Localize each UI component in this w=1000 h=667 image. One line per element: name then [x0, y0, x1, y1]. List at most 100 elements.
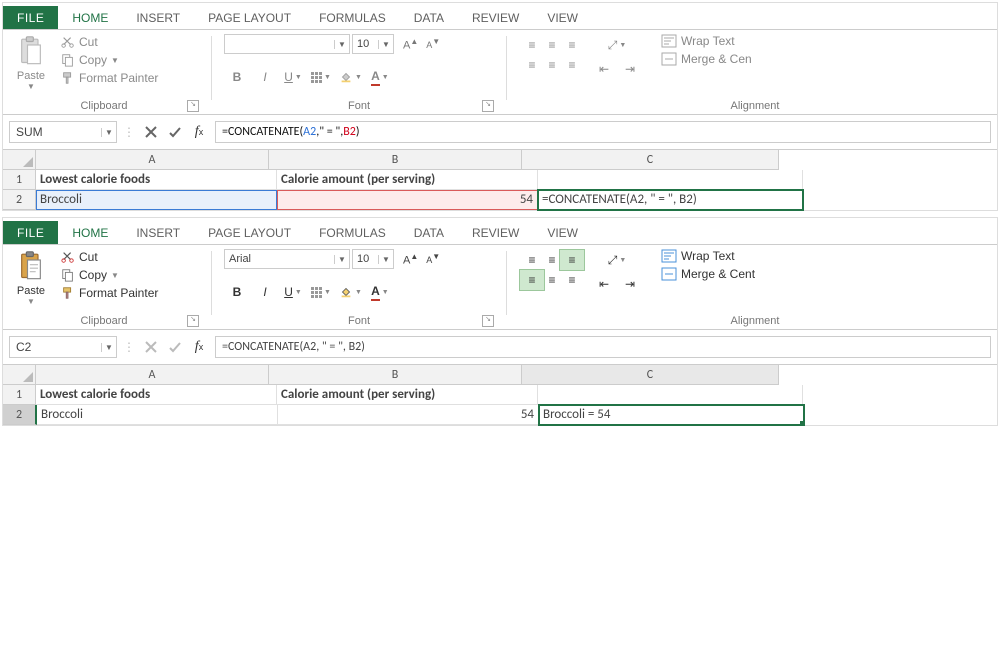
- row-header[interactable]: 2: [3, 190, 36, 210]
- fx-button[interactable]: fx: [189, 337, 209, 357]
- cell[interactable]: Calorie amount (per serving): [277, 170, 538, 190]
- spreadsheet-grid[interactable]: A B C 1 Lowest calorie foods Calorie amo…: [3, 150, 997, 210]
- cell[interactable]: Broccoli: [36, 190, 277, 210]
- cell-active[interactable]: Broccoli = 54: [539, 405, 804, 425]
- clipboard-icon: [16, 34, 46, 70]
- merge-center-button[interactable]: Merge & Cent: [661, 267, 755, 281]
- cell[interactable]: [538, 170, 803, 190]
- clipboard-icon: [16, 249, 46, 285]
- tab-view[interactable]: VIEW: [533, 6, 592, 29]
- tab-file[interactable]: FILE: [3, 221, 58, 244]
- tab-file[interactable]: FILE: [3, 6, 58, 29]
- paintbrush-icon: [61, 71, 75, 85]
- row-header[interactable]: 2: [3, 405, 37, 425]
- clipboard-group-label: Clipboard: [80, 315, 127, 327]
- copy-icon: [61, 53, 75, 67]
- cancel-formula-button[interactable]: [141, 122, 161, 142]
- font-size-select[interactable]: 10▼: [352, 249, 394, 269]
- underline-button[interactable]: U▼: [280, 281, 306, 303]
- cell-active[interactable]: =CONCATENATE(A2, " = ", B2): [538, 190, 803, 210]
- tab-formulas[interactable]: FORMULAS: [305, 221, 400, 244]
- tab-view[interactable]: VIEW: [533, 221, 592, 244]
- cell[interactable]: [538, 385, 803, 405]
- tab-insert[interactable]: INSERT: [122, 6, 194, 29]
- italic-button[interactable]: I: [252, 281, 278, 303]
- font-color-button[interactable]: A▼: [367, 281, 393, 303]
- align-right-icon: ≡: [559, 54, 585, 76]
- increase-indent-icon[interactable]: ⇥: [617, 273, 643, 295]
- tab-home[interactable]: HOME: [58, 6, 122, 29]
- column-header[interactable]: C: [522, 365, 779, 385]
- cell[interactable]: 54: [277, 190, 538, 210]
- font-name-select[interactable]: Arial▼: [224, 249, 350, 269]
- row-header[interactable]: 1: [3, 385, 36, 405]
- increase-font-icon[interactable]: A▲: [400, 251, 421, 268]
- cancel-formula-button: [141, 337, 161, 357]
- tab-insert[interactable]: INSERT: [122, 221, 194, 244]
- formula-bar: C2▼ ⋮ fx =CONCATENATE(A2, " = ", B2): [3, 330, 997, 365]
- dialog-launcher-icon[interactable]: ↘: [187, 100, 199, 112]
- column-header[interactable]: A: [36, 150, 269, 170]
- align-bottom-icon: ≡: [559, 34, 585, 56]
- tab-review[interactable]: REVIEW: [458, 6, 533, 29]
- dialog-launcher-icon[interactable]: ↘: [482, 100, 494, 112]
- formula-input[interactable]: =CONCATENATE(A2, " = ", B2): [215, 336, 991, 358]
- fill-color-button[interactable]: ▼: [336, 281, 365, 303]
- copy-button[interactable]: Copy▼: [59, 267, 160, 283]
- border-button: ▼: [308, 66, 334, 88]
- cell[interactable]: Broccoli: [37, 405, 278, 425]
- font-group-label: Font: [348, 100, 370, 112]
- merge-center-button: Merge & Cen: [661, 52, 752, 66]
- paste-label: Paste: [17, 70, 45, 82]
- cut-label: Cut: [79, 35, 98, 49]
- format-painter-label: Format Painter: [79, 286, 158, 300]
- tab-home[interactable]: HOME: [58, 221, 122, 244]
- decrease-indent-icon[interactable]: ⇤: [591, 273, 617, 295]
- copy-icon: [61, 268, 75, 282]
- enter-formula-button[interactable]: [165, 122, 185, 142]
- row-header[interactable]: 1: [3, 170, 36, 190]
- name-box[interactable]: C2▼: [9, 336, 117, 358]
- tab-review[interactable]: REVIEW: [458, 221, 533, 244]
- chevron-down-icon: ▼: [27, 82, 35, 91]
- orientation-button[interactable]: ⤢▼: [591, 249, 643, 271]
- scissors-icon: [61, 250, 75, 264]
- italic-button: I: [252, 66, 278, 88]
- select-all-corner[interactable]: [3, 365, 36, 385]
- orientation-button: ⤢▼: [591, 34, 643, 56]
- formula-input[interactable]: =CONCATENATE(A2, " = ", B2): [215, 121, 991, 143]
- align-right-icon[interactable]: ≡: [559, 269, 585, 291]
- cut-button[interactable]: Cut: [59, 249, 160, 265]
- tab-data[interactable]: DATA: [400, 221, 458, 244]
- border-button[interactable]: ▼: [308, 281, 334, 303]
- fx-button[interactable]: fx: [189, 122, 209, 142]
- select-all-corner[interactable]: [3, 150, 36, 170]
- bold-button[interactable]: B: [224, 281, 250, 303]
- spreadsheet-grid[interactable]: A B C 1 Lowest calorie foods Calorie amo…: [3, 365, 997, 425]
- wrap-text-button[interactable]: Wrap Text: [661, 249, 755, 263]
- cell[interactable]: 54: [278, 405, 539, 425]
- cell[interactable]: Calorie amount (per serving): [277, 385, 538, 405]
- column-header[interactable]: C: [522, 150, 779, 170]
- tab-page-layout[interactable]: PAGE LAYOUT: [194, 6, 305, 29]
- dialog-launcher-icon[interactable]: ↘: [482, 315, 494, 327]
- tab-formulas[interactable]: FORMULAS: [305, 6, 400, 29]
- ribbon: Paste ▼ Cut Copy▼ Format Painter: [3, 245, 997, 330]
- align-bottom-icon[interactable]: ≡: [559, 249, 585, 271]
- paste-button[interactable]: Paste ▼: [9, 249, 53, 306]
- name-box[interactable]: SUM▼: [9, 121, 117, 143]
- bold-button: B: [224, 66, 250, 88]
- clipboard-group-label: Clipboard: [80, 100, 127, 112]
- tab-page-layout[interactable]: PAGE LAYOUT: [194, 221, 305, 244]
- decrease-font-icon[interactable]: A▼: [423, 251, 443, 268]
- chevron-down-icon[interactable]: ▼: [27, 297, 35, 306]
- cell[interactable]: Lowest calorie foods: [36, 385, 277, 405]
- dialog-launcher-icon[interactable]: ↘: [187, 315, 199, 327]
- cell[interactable]: Lowest calorie foods: [36, 170, 277, 190]
- column-header[interactable]: A: [36, 365, 269, 385]
- format-painter-button[interactable]: Format Painter: [59, 285, 160, 301]
- decrease-font-icon: A▼: [423, 36, 443, 53]
- tab-data[interactable]: DATA: [400, 6, 458, 29]
- column-header[interactable]: B: [269, 365, 522, 385]
- column-header[interactable]: B: [269, 150, 522, 170]
